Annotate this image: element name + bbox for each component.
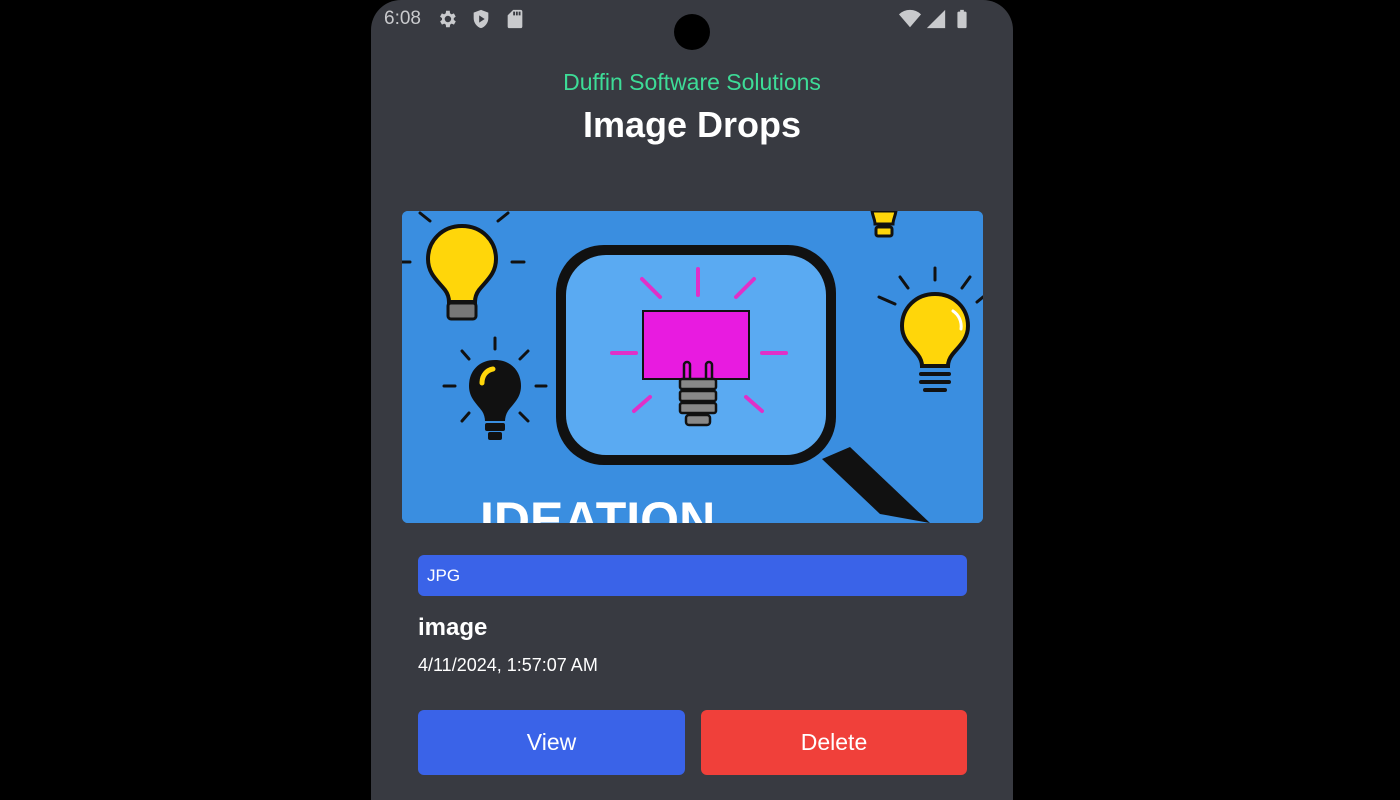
- bulb-icon: [870, 211, 898, 238]
- gear-icon: [440, 10, 456, 28]
- image-thumbnail[interactable]: IDEATION: [402, 211, 983, 523]
- shield-play-icon: [473, 9, 489, 29]
- thumbnail-caption: IDEATION: [480, 492, 715, 523]
- wifi-icon: [899, 9, 921, 28]
- signal-icon: [926, 9, 946, 29]
- company-name: Duffin Software Solutions: [563, 69, 821, 95]
- delete-button[interactable]: Delete: [701, 710, 967, 775]
- file-name: image: [418, 614, 488, 641]
- app-title: Image Drops: [582, 104, 802, 145]
- phone-screen: 6:08 Duffin Software Solutions Image Dro…: [371, 0, 1013, 800]
- status-time: 6:08: [384, 8, 421, 29]
- file-date: 4/11/2024, 1:57:07 AM: [418, 655, 598, 675]
- ideation-illustration: IDEATION: [402, 211, 983, 523]
- view-button[interactable]: View: [418, 710, 685, 775]
- camera-cutout: [674, 14, 710, 50]
- sd-card-icon: [507, 9, 523, 29]
- battery-icon: [957, 9, 967, 29]
- file-type-badge: JPG: [418, 555, 967, 596]
